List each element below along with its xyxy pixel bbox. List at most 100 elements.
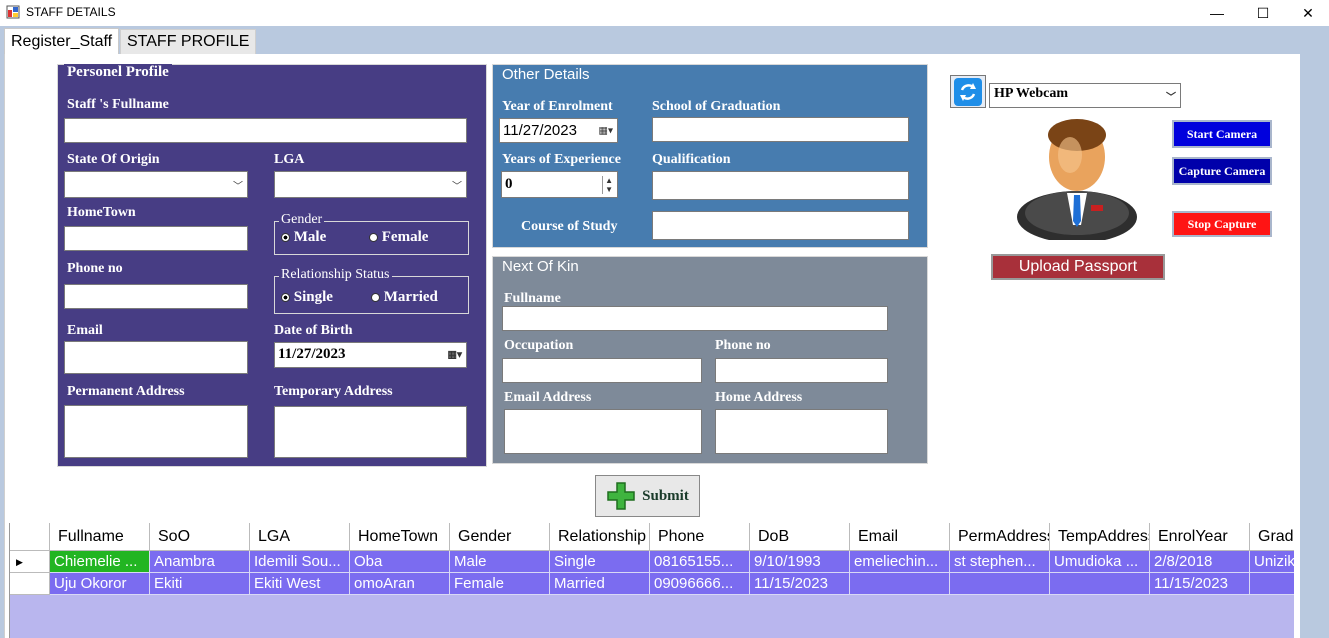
other-details-group: Other Details Year of Enrolment 11/27/20… <box>492 64 928 248</box>
staff-grid[interactable]: Fullname SoO LGA HomeTown Gender Relationship… <box>9 523 1294 638</box>
gender-group: Gender Male Female <box>274 212 469 255</box>
upload-passport-button[interactable]: Upload Passport <box>991 254 1165 280</box>
perm-address-input[interactable] <box>64 405 248 458</box>
dob-value: 11/27/2023 <box>278 346 346 362</box>
table-cell[interactable] <box>850 573 950 595</box>
column-header[interactable]: LGA <box>250 523 350 551</box>
table-cell[interactable]: 08165155... <box>650 551 750 573</box>
title-bar <box>0 0 1329 26</box>
dob-picker[interactable]: 11/27/2023 ▦▾ <box>274 342 467 368</box>
kin-fullname-input[interactable] <box>502 306 888 331</box>
column-header[interactable]: PermAddress <box>950 523 1050 551</box>
chevron-down-icon: ﹀ <box>1166 92 1176 103</box>
column-header[interactable]: Phone <box>650 523 750 551</box>
table-cell[interactable]: omoAran <box>350 573 450 595</box>
hometown-label: HomeTown <box>67 205 136 220</box>
table-cell[interactable]: 09096666... <box>650 573 750 595</box>
tab-staff-profile[interactable]: STAFF PROFILE <box>120 29 257 54</box>
submit-label: Submit <box>642 487 689 504</box>
phone-input[interactable] <box>64 284 248 309</box>
radio-icon <box>371 293 380 303</box>
column-header[interactable]: Grad <box>1250 523 1294 551</box>
row-header[interactable] <box>10 573 50 595</box>
calendar-icon: ▦▾ <box>598 125 613 136</box>
table-cell[interactable]: 2/8/2018 <box>1150 551 1250 573</box>
hometown-input[interactable] <box>64 226 248 251</box>
table-cell[interactable]: st stephen... <box>950 551 1050 573</box>
kin-home-input[interactable] <box>715 409 888 454</box>
kin-phone-input[interactable] <box>715 358 888 383</box>
table-cell[interactable]: Ekiti West <box>250 573 350 595</box>
webcam-select[interactable]: HP Webcam ﹀ <box>989 83 1181 108</box>
table-cell[interactable]: Anambra <box>150 551 250 573</box>
stop-capture-button[interactable]: Stop Capture <box>1172 211 1272 237</box>
lga-label: LGA <box>274 152 305 167</box>
course-input[interactable] <box>652 211 909 240</box>
window-title: STAFF DETAILS <box>26 5 116 19</box>
table-cell[interactable]: Female <box>450 573 550 595</box>
table-cell[interactable]: Married <box>550 573 650 595</box>
school-input[interactable] <box>652 117 909 142</box>
kin-occupation-input[interactable] <box>502 358 702 383</box>
gender-male-option[interactable]: Male <box>281 229 326 246</box>
table-cell[interactable]: 9/10/1993 <box>750 551 850 573</box>
table-cell[interactable]: Oba <box>350 551 450 573</box>
table-cell[interactable]: Single <box>550 551 650 573</box>
table-cell[interactable]: 11/15/2023 <box>750 573 850 595</box>
column-header[interactable]: Gender <box>450 523 550 551</box>
table-cell[interactable]: Umudioka ... <box>1050 551 1150 573</box>
relationship-group: Relationship Status Single Married <box>274 267 469 314</box>
table-cell[interactable] <box>950 573 1050 595</box>
submit-button[interactable]: Submit <box>595 475 700 517</box>
gender-legend: Gender <box>279 212 325 228</box>
table-cell[interactable]: 11/15/2023 <box>1150 573 1250 595</box>
enrol-label: Year of Enrolment <box>502 99 613 114</box>
rel-married-option[interactable]: Married <box>371 289 438 306</box>
lga-select[interactable]: ﹀ <box>274 171 467 198</box>
experience-stepper[interactable]: 0 ▲ ▼ <box>501 171 618 198</box>
phone-label: Phone no <box>67 261 123 276</box>
column-header[interactable]: HomeTown <box>350 523 450 551</box>
tab-register-staff[interactable]: Register_Staff <box>4 28 120 55</box>
email-input[interactable] <box>64 341 248 374</box>
gender-female-label: Female <box>381 229 429 245</box>
minimize-button[interactable]: — <box>1194 0 1240 26</box>
column-header[interactable]: EnrolYear <box>1150 523 1250 551</box>
capture-camera-button[interactable]: Capture Camera <box>1172 157 1272 185</box>
fullname-input[interactable] <box>64 118 467 143</box>
start-camera-button[interactable]: Start Camera <box>1172 120 1272 148</box>
maximize-button[interactable]: ☐ <box>1240 0 1286 26</box>
perm-address-label: Permanent Address <box>67 384 185 399</box>
row-header[interactable]: ▶ <box>10 551 50 573</box>
table-cell[interactable]: Idemili Sou... <box>250 551 350 573</box>
table-cell[interactable] <box>1250 573 1294 595</box>
column-header[interactable]: Fullname <box>50 523 150 551</box>
column-header[interactable]: Email <box>850 523 950 551</box>
column-header[interactable]: DoB <box>750 523 850 551</box>
enrol-picker[interactable]: 11/27/2023 ▦▾ <box>499 118 618 143</box>
temp-address-input[interactable] <box>274 406 467 458</box>
table-cell[interactable]: Ekiti <box>150 573 250 595</box>
plus-icon <box>607 482 635 510</box>
kin-email-input[interactable] <box>504 409 702 454</box>
column-header[interactable]: TempAddress <box>1050 523 1150 551</box>
column-header[interactable]: SoO <box>150 523 250 551</box>
rel-single-option[interactable]: Single <box>281 289 333 306</box>
gender-female-option[interactable]: Female <box>369 229 428 246</box>
table-cell[interactable]: emeliechin... <box>850 551 950 573</box>
qualification-input[interactable] <box>652 171 909 200</box>
personel-legend: Personel Profile <box>64 64 172 80</box>
table-cell[interactable]: Male <box>450 551 550 573</box>
table-cell[interactable]: Uju Okoror <box>50 573 150 595</box>
refresh-button[interactable] <box>950 75 986 108</box>
table-cell[interactable]: Unizik <box>1250 551 1294 573</box>
column-header[interactable]: Relationship <box>550 523 650 551</box>
table-cell[interactable] <box>1050 573 1150 595</box>
next-of-kin-group: Next Of Kin Fullname Occupation Phone no… <box>492 256 928 464</box>
stepper-arrows-icon[interactable]: ▲ ▼ <box>602 175 613 194</box>
close-button[interactable]: ✕ <box>1285 0 1329 26</box>
table-cell[interactable]: Chiemelie ... <box>50 551 150 573</box>
state-select[interactable]: ﹀ <box>64 171 248 198</box>
webcam-value: HP Webcam <box>994 86 1069 101</box>
experience-label: Years of Experience <box>502 152 621 167</box>
